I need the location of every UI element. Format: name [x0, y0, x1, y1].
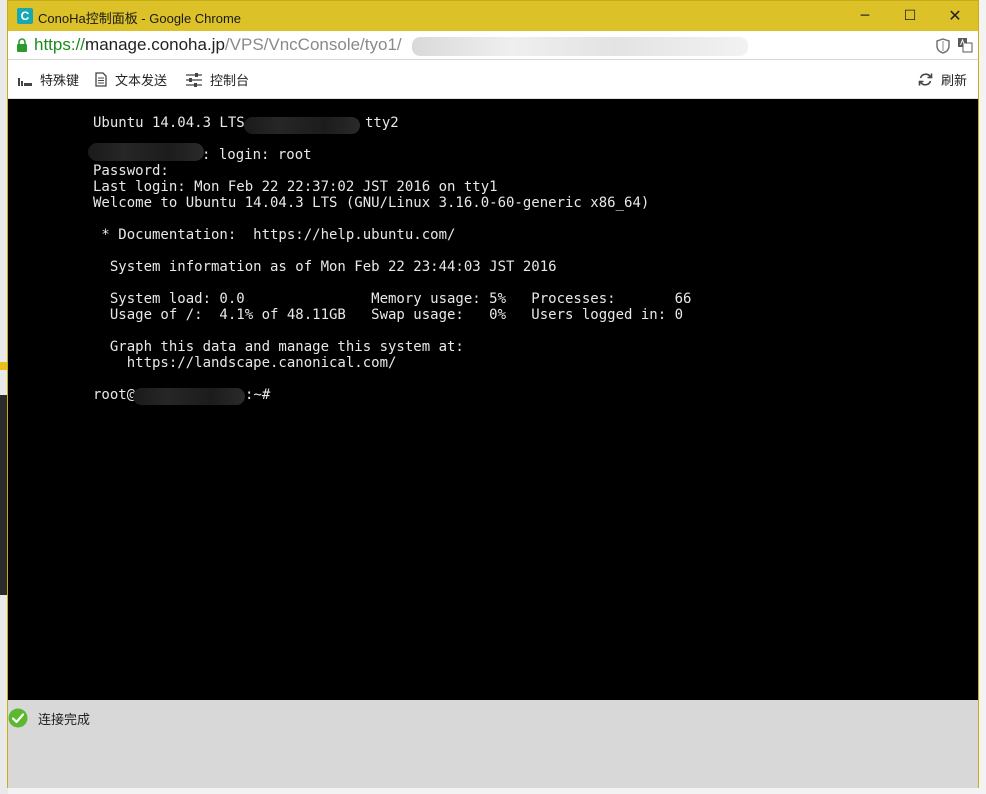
terminal-line: : login: root [202, 147, 312, 163]
refresh-button[interactable]: 刷新 [918, 60, 967, 99]
title-bar[interactable]: C ConoHa控制面板 - Google Chrome ─ ☐ ✕ [8, 1, 978, 31]
terminal-line: Last login: Mon Feb 22 22:37:02 JST 2016… [93, 179, 498, 195]
close-button[interactable]: ✕ [932, 1, 978, 31]
keyboard-bars-icon [18, 77, 32, 86]
redacted-hostname [88, 143, 204, 161]
refresh-label: 刷新 [941, 74, 968, 89]
vnc-console-screen[interactable]: Ubuntu 14.04.3 LTS tty2 : login: root Pa… [8, 99, 978, 700]
address-bar[interactable]: https://manage.conoha.jp/VPS/VncConsole/… [8, 31, 978, 60]
url-path: /VPS/VncConsole/tyo1/ [224, 35, 402, 54]
terminal-prompt-user: root@ [93, 387, 136, 403]
conoha-app-icon: C [17, 8, 33, 24]
terminal-line: System load: 0.0 Memory usage: 5% Proces… [93, 291, 692, 307]
connection-status-bar: 连接完成 [8, 700, 978, 788]
minimize-button[interactable]: ─ [842, 1, 888, 31]
terminal-line: * Documentation: https://help.ubuntu.com… [93, 227, 456, 243]
window-title: ConoHa控制面板 - Google Chrome [38, 11, 242, 26]
console-toolbar: 特殊键 文本发送 控制台 刷新 [8, 60, 978, 99]
console-label: 控制台 [210, 74, 250, 89]
send-text-button[interactable]: 文本发送 [95, 60, 167, 99]
terminal-line: Welcome to Ubuntu 14.04.3 LTS (GNU/Linux… [93, 195, 650, 211]
redacted-hostname [244, 117, 360, 134]
chrome-window: C ConoHa控制面板 - Google Chrome ─ ☐ ✕ https… [7, 0, 979, 788]
terminal-line: Ubuntu 14.04.3 LTS [93, 115, 245, 131]
terminal-line: tty2 [365, 115, 399, 131]
special-keys-label: 特殊键 [40, 74, 80, 89]
lock-icon[interactable] [16, 38, 28, 52]
status-text: 连接完成 [38, 713, 91, 728]
terminal-line: Graph this data and manage this system a… [93, 339, 464, 355]
console-button[interactable]: 控制台 [186, 60, 249, 99]
terminal-line: System information as of Mon Feb 22 23:4… [93, 259, 557, 275]
check-circle-icon [8, 708, 28, 728]
send-text-label: 文本发送 [115, 74, 168, 89]
terminal-line: https://landscape.canonical.com/ [93, 355, 397, 371]
url-redacted-area [412, 37, 748, 56]
url-text[interactable]: https://manage.conoha.jp/VPS/VncConsole/… [34, 35, 402, 55]
special-keys-button[interactable]: 特殊键 [18, 60, 79, 99]
translate-icon[interactable] [957, 37, 973, 53]
url-host: manage.conoha.jp [85, 35, 225, 54]
terminal-line: Usage of /: 4.1% of 48.11GB Swap usage: … [93, 307, 684, 323]
url-scheme: https:// [34, 35, 86, 54]
refresh-icon [918, 73, 933, 86]
maximize-button[interactable]: ☐ [887, 1, 933, 31]
shield-icon[interactable] [936, 38, 950, 54]
document-icon [95, 72, 107, 87]
terminal-prompt-path: :~# [245, 387, 271, 403]
sliders-icon [186, 72, 202, 87]
terminal-line: Password: [93, 163, 169, 179]
redacted-hostname [133, 388, 245, 405]
